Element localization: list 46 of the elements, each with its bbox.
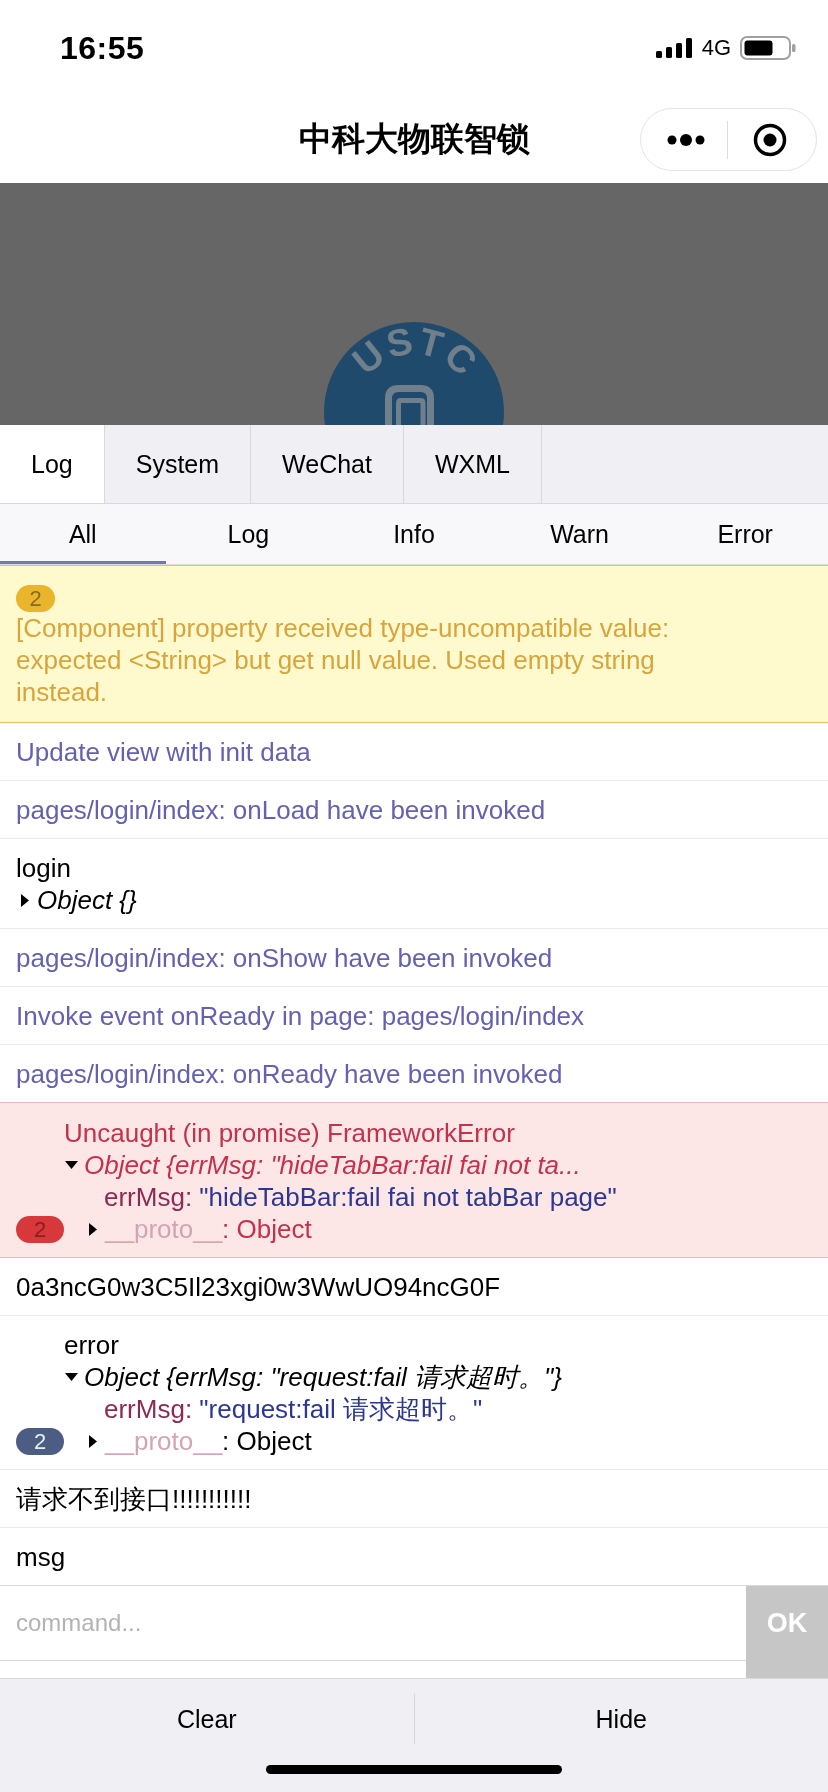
object-summary: Object {errMsg: "hideTabBar:fail fai not ta... <box>84 1149 581 1181</box>
console-tab[interactable]: System <box>104 425 252 503</box>
caret-down-icon[interactable] <box>65 1161 78 1169</box>
logo-text: USTC <box>344 322 487 385</box>
caret-down-icon[interactable] <box>65 1373 78 1381</box>
log-text: msg <box>16 1541 66 1573</box>
repeat-count: 2 <box>16 1428 64 1455</box>
log-text: error <box>64 1329 119 1361</box>
log-text: 请求不到接口!!!!!!!!!!! <box>16 1483 252 1515</box>
signal-icon <box>655 38 693 58</box>
battery-icon <box>740 36 796 60</box>
repeat-count: 2 <box>16 1216 64 1243</box>
info-text: Update view with init data <box>16 736 311 768</box>
console-tab[interactable]: WXML <box>403 425 542 503</box>
filter-tab[interactable]: Error <box>662 504 828 564</box>
info-text: pages/login/index: onLoad have been invoked <box>16 794 546 826</box>
object-property: errMsg: "hideTabBar:fail fai not tabBar page" <box>104 1181 617 1213</box>
info-text: Invoke event onReady in page: pages/login/index <box>16 1000 585 1032</box>
error-text: Uncaught (in promise) FrameworkError <box>64 1117 515 1149</box>
more-icon[interactable] <box>667 133 705 146</box>
caret-right-icon[interactable] <box>21 893 29 907</box>
object-property: __proto__: Object <box>105 1213 312 1245</box>
log-text: login <box>16 852 71 884</box>
filter-tab[interactable]: Warn <box>496 504 663 564</box>
square-emblem-icon <box>385 385 434 425</box>
footer-button[interactable]: Hide <box>414 1679 828 1759</box>
object-summary: Object {errMsg: "request:fail 请求超时。"} <box>84 1361 562 1393</box>
console-tab[interactable]: WeChat <box>251 425 404 503</box>
caret-right-icon[interactable] <box>89 1434 97 1448</box>
console-tab[interactable]: Log <box>0 425 105 503</box>
log-text: 0a3ncG0w3C5Il23xgi0w3WwUO94ncG0F <box>16 1271 501 1303</box>
network-type: 4G <box>701 35 731 61</box>
info-text: pages/login/index: onShow have been invoked <box>16 942 553 974</box>
status-time: 16:55 <box>60 29 145 67</box>
object-property: __proto__: Object <box>105 1425 312 1457</box>
target-icon[interactable] <box>753 122 787 157</box>
object-summary: Object {} <box>37 884 137 916</box>
page-title: 中科大物联智锁 <box>298 119 530 159</box>
repeat-count: 2 <box>16 585 55 612</box>
warning-text: [Component] property received type-uncompatible value: expected <String> but get null value. Used empty string instead. <box>16 612 671 708</box>
caret-right-icon[interactable] <box>89 1222 97 1236</box>
footer-button[interactable]: Clear <box>0 1679 414 1759</box>
filter-tab[interactable]: Info <box>331 504 497 564</box>
filter-tab[interactable]: Log <box>165 504 332 564</box>
info-text: pages/login/index: onReady have been invoked <box>16 1058 563 1090</box>
object-property: errMsg: "request:fail 请求超时。" <box>104 1393 483 1425</box>
